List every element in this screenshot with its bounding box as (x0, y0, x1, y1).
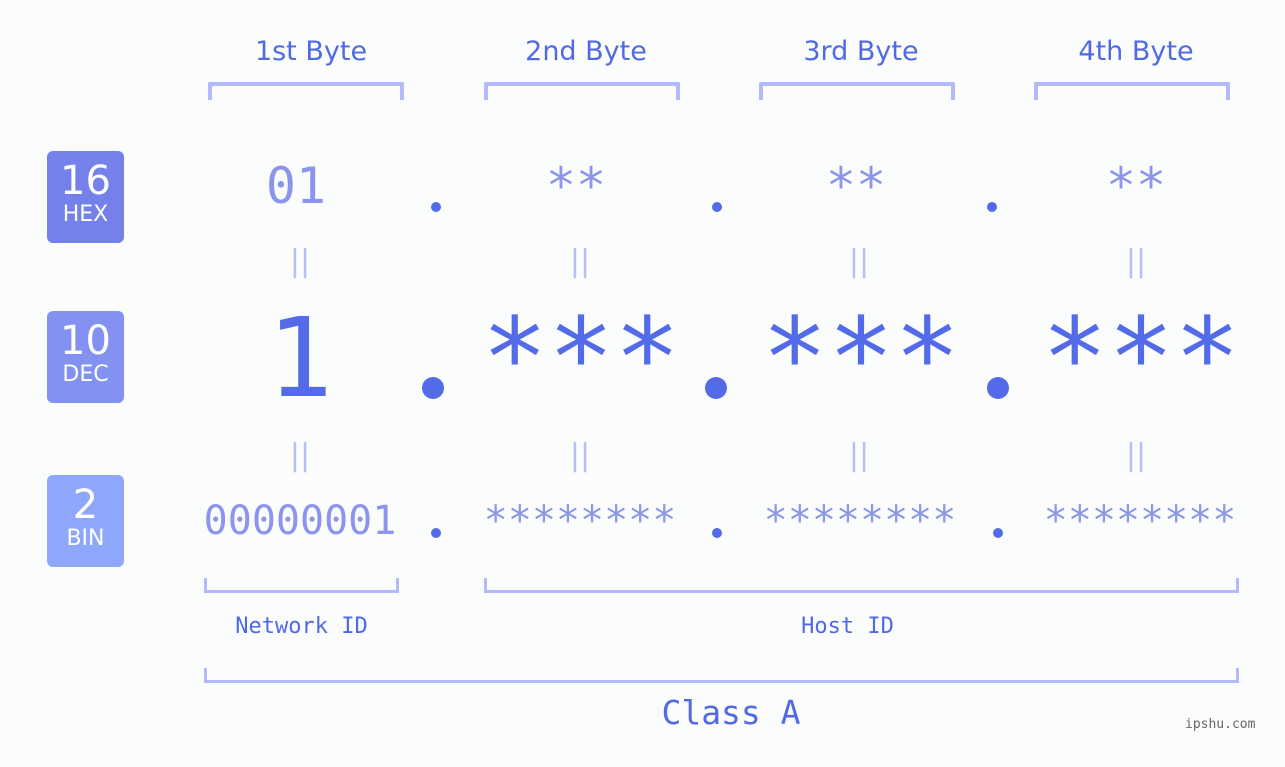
byte-header-2: 2nd Byte (525, 36, 647, 67)
host-id-bracket (484, 578, 1239, 593)
dec-byte-1: 1 (266, 294, 334, 422)
hex-dot-1 (431, 202, 441, 212)
equals-icon: || (848, 244, 870, 279)
hex-badge: 16 HEX (47, 151, 124, 243)
host-id-label: Host ID (801, 614, 894, 639)
bin-dot-1 (431, 528, 441, 538)
dec-badge-number: 10 (60, 318, 111, 364)
byte-bracket-3 (759, 82, 955, 100)
bin-byte-1: 00000001 (203, 498, 397, 544)
network-id-label: Network ID (235, 614, 368, 639)
hex-byte-1: 01 (265, 157, 327, 215)
bin-byte-2: ******** (483, 498, 677, 544)
byte-header-1: 1st Byte (254, 36, 368, 67)
class-bracket (204, 668, 1239, 683)
hex-badge-unit: HEX (62, 202, 109, 227)
watermark: ipshu.com (1185, 717, 1256, 732)
dec-badge-unit: DEC (62, 362, 109, 387)
dec-dot-1 (422, 377, 444, 399)
hex-badge-number: 16 (60, 158, 111, 204)
byte-header-4: 4th Byte (1078, 36, 1194, 67)
hex-byte-4: ** (1105, 157, 1167, 215)
equals-icon: || (289, 438, 311, 473)
network-id-bracket (204, 578, 399, 593)
hex-byte-3: ** (825, 157, 887, 215)
dec-byte-2: *** (481, 294, 681, 422)
byte-bracket-2 (484, 82, 680, 100)
byte-header-3: 3rd Byte (803, 36, 919, 67)
bin-badge: 2 BIN (47, 475, 124, 567)
equals-icon: || (569, 438, 591, 473)
equals-icon: || (289, 244, 311, 279)
equals-icon: || (1125, 244, 1147, 279)
bin-byte-4: ******** (1043, 498, 1237, 544)
dec-dot-2 (705, 377, 727, 399)
class-label: Class A (661, 693, 801, 732)
byte-bracket-1 (208, 82, 404, 100)
equals-icon: || (848, 438, 870, 473)
bin-dot-3 (993, 528, 1003, 538)
hex-dot-2 (712, 202, 722, 212)
bin-badge-number: 2 (72, 482, 99, 528)
equals-icon: || (1125, 438, 1147, 473)
hex-dot-3 (987, 202, 997, 212)
dec-byte-4: *** (1041, 294, 1241, 422)
dec-byte-3: *** (761, 294, 961, 422)
bin-dot-2 (712, 528, 722, 538)
byte-bracket-4 (1034, 82, 1230, 100)
equals-icon: || (569, 244, 591, 279)
dec-badge: 10 DEC (47, 311, 124, 403)
bin-byte-3: ******** (763, 498, 957, 544)
dec-dot-3 (987, 377, 1009, 399)
bin-badge-unit: BIN (66, 526, 105, 551)
hex-byte-2: ** (545, 157, 607, 215)
